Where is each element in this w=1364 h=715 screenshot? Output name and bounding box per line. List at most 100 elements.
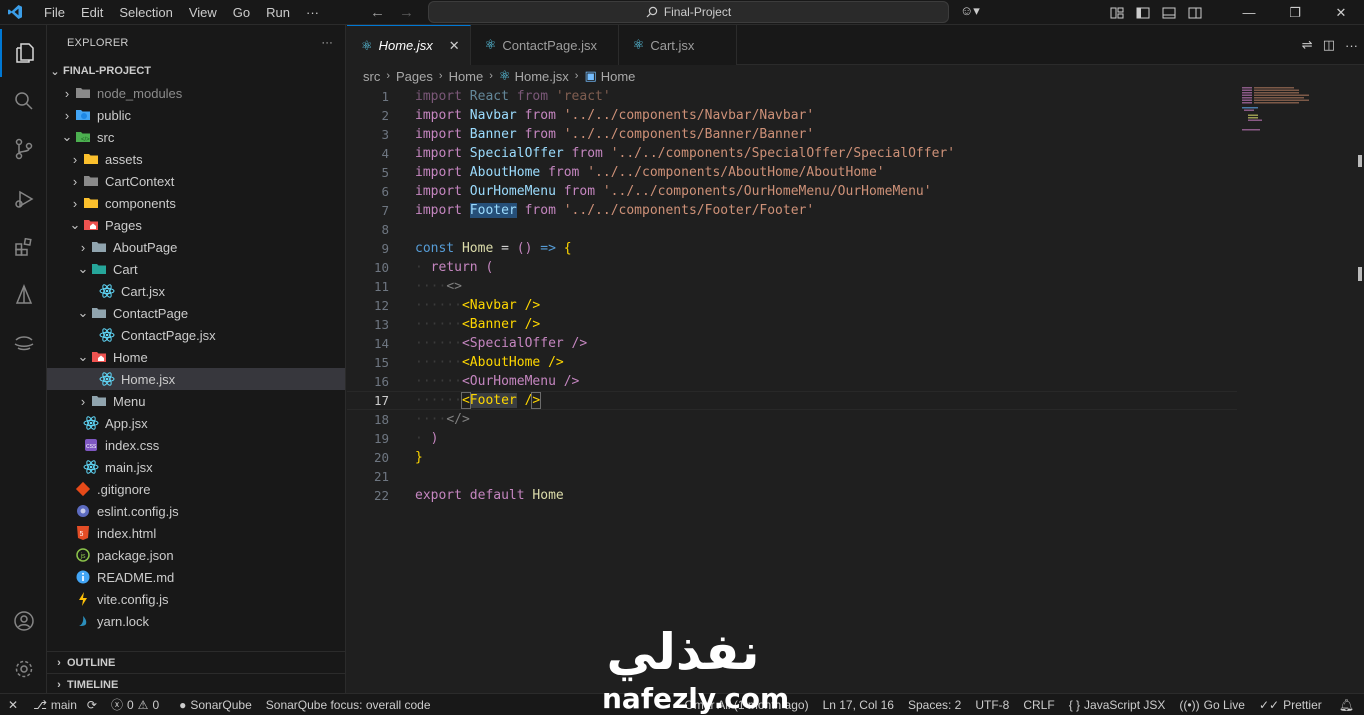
workspace-root-label: FINAL-PROJECT	[63, 65, 151, 77]
chevron-down-icon: ⌄	[77, 261, 89, 276]
tree-folder[interactable]: › CartContext	[47, 170, 345, 192]
copilot-icon[interactable]: ☺▾	[960, 3, 980, 19]
command-center[interactable]: Final-Project	[428, 1, 949, 23]
code-line: 21	[347, 467, 1237, 486]
tree-file[interactable]: js package.json	[47, 544, 345, 566]
tree-file[interactable]: ContactPage.jsx	[47, 324, 345, 346]
branch-indicator[interactable]: ⎇ main ⟳	[26, 694, 104, 715]
tree-folder[interactable]: ⌄ Home	[47, 346, 345, 368]
toggle-secondary-sidebar-icon[interactable]	[1182, 0, 1208, 25]
breadcrumb-item[interactable]: Pages	[396, 69, 433, 84]
sonarqube-focus[interactable]: SonarQube focus: overall code	[259, 694, 438, 715]
tree-file[interactable]: .gitignore	[47, 478, 345, 500]
explorer-icon[interactable]	[0, 29, 47, 77]
menu-go[interactable]: Go	[225, 0, 258, 25]
scroll-marker	[1358, 155, 1362, 167]
tree-file[interactable]: yarn.lock	[47, 610, 345, 632]
git-blame[interactable]: Omar Ali (1 month ago)	[678, 694, 816, 715]
layout-customize-icon[interactable]	[1104, 0, 1130, 25]
settings-gear-icon[interactable]	[0, 645, 47, 693]
tree-folder[interactable]: › AboutPage	[47, 236, 345, 258]
back-arrow-icon[interactable]: ←	[370, 4, 385, 21]
code-editor[interactable]: 1 import React from 'react' 2 import Navba…	[347, 87, 1364, 687]
encoding[interactable]: UTF-8	[968, 694, 1016, 715]
tree-file[interactable]: eslint.config.js	[47, 500, 345, 522]
menu-file[interactable]: File	[36, 0, 73, 25]
remote-explorer-icon[interactable]	[0, 271, 47, 319]
sonarqube-status[interactable]: ● SonarQube	[172, 694, 259, 715]
tree-item-label: public	[97, 107, 131, 123]
source-control-icon[interactable]	[0, 125, 47, 173]
sonarqube-icon[interactable]	[0, 319, 47, 367]
breadcrumb-item[interactable]: src	[363, 69, 380, 84]
accounts-icon[interactable]	[0, 597, 47, 645]
braces-icon: { }	[1068, 698, 1081, 712]
timeline-section[interactable]: › TIMELINE	[47, 673, 346, 695]
react-icon: ⚛	[632, 37, 645, 52]
explorer-title: EXPLORER	[67, 36, 129, 49]
tree-folder[interactable]: › public	[47, 104, 345, 126]
breadcrumb-item[interactable]: Home	[449, 69, 484, 84]
outline-section[interactable]: › OUTLINE	[47, 651, 346, 673]
code-line: 3 import Banner from '../../components/Ba…	[347, 125, 1237, 144]
split-editor-icon[interactable]: ◫	[1323, 37, 1335, 53]
tree-folder[interactable]: › node_modules	[47, 82, 345, 104]
language-mode[interactable]: { } JavaScript JSX	[1062, 694, 1173, 715]
toggle-primary-sidebar-icon[interactable]	[1130, 0, 1156, 25]
cursor-position[interactable]: Ln 17, Col 16	[816, 694, 901, 715]
code-text: export default Home	[415, 488, 564, 503]
tree-folder[interactable]: › components	[47, 192, 345, 214]
tab-home-jsx[interactable]: ⚛ Home.jsx ✕	[347, 25, 471, 65]
minimize-icon[interactable]: —	[1226, 0, 1272, 25]
tree-file[interactable]: vite.config.js	[47, 588, 345, 610]
problems-indicator[interactable]: ⓧ 0 ⚠ 0	[104, 694, 166, 715]
extensions-icon[interactable]	[0, 223, 47, 271]
eol[interactable]: CRLF	[1016, 694, 1061, 715]
close-window-icon[interactable]: ✕	[1318, 0, 1364, 25]
tree-folder[interactable]: ⌄ ContactPage	[47, 302, 345, 324]
tree-folder[interactable]: › assets	[47, 148, 345, 170]
search-sidebar-icon[interactable]	[0, 77, 47, 125]
prettier[interactable]: ✓✓ Prettier	[1252, 694, 1329, 715]
tree-folder[interactable]: ⌄ Pages	[47, 214, 345, 236]
menu-run[interactable]: Run	[258, 0, 298, 25]
language-label: JavaScript JSX	[1084, 698, 1166, 712]
source-control-changes-icon[interactable]: ⇌	[1302, 37, 1313, 53]
tree-folder[interactable]: › Menu	[47, 390, 345, 412]
breadcrumb-item[interactable]: Home	[601, 69, 636, 84]
menu-edit[interactable]: Edit	[73, 0, 111, 25]
code-text: ······<Footer />	[415, 392, 542, 409]
tab-contactpage-jsx[interactable]: ⚛ ContactPage.jsx	[470, 25, 619, 65]
tree-file[interactable]: Cart.jsx	[47, 280, 345, 302]
go-live[interactable]: ((•)) Go Live	[1172, 694, 1252, 715]
indentation[interactable]: Spaces: 2	[901, 694, 968, 715]
forward-arrow-icon[interactable]: →	[399, 4, 414, 21]
tree-file[interactable]: App.jsx	[47, 412, 345, 434]
breadcrumb-item[interactable]: Home.jsx	[515, 69, 569, 84]
restore-icon[interactable]: ❐	[1272, 0, 1318, 25]
vertical-scrollbar[interactable]	[1350, 87, 1364, 687]
tree-folder[interactable]: ⌄ Cart	[47, 258, 345, 280]
explorer-more-icon[interactable]: ···	[321, 37, 333, 49]
tree-file[interactable]: README.md	[47, 566, 345, 588]
more-actions-icon[interactable]: ···	[1345, 38, 1358, 53]
tree-folder[interactable]: ⌄ </> src	[47, 126, 345, 148]
tree-file[interactable]: 5 index.html	[47, 522, 345, 544]
close-tab-icon[interactable]: ✕	[449, 38, 460, 54]
tab-cart-jsx[interactable]: ⚛ Cart.jsx	[618, 25, 737, 65]
toggle-panel-icon[interactable]	[1156, 0, 1182, 25]
tree-file[interactable]: main.jsx	[47, 456, 345, 478]
run-debug-icon[interactable]	[0, 175, 47, 223]
menu-view[interactable]: View	[181, 0, 225, 25]
minimap[interactable]	[1242, 87, 1312, 137]
menu-more[interactable]: ···	[298, 0, 327, 25]
remote-indicator[interactable]: ✕	[0, 694, 26, 715]
prettier-label: Prettier	[1283, 698, 1322, 712]
tree-file[interactable]: CSS index.css	[47, 434, 345, 456]
notifications-bell-icon[interactable]: 🔔︎	[1329, 694, 1364, 715]
tree-file[interactable]: Home.jsx	[47, 368, 345, 390]
go-live-label: Go Live	[1203, 698, 1245, 712]
menu-selection[interactable]: Selection	[111, 0, 180, 25]
chevron-right-icon: ›	[72, 151, 78, 167]
workspace-root[interactable]: ⌄ FINAL-PROJECT	[47, 60, 345, 82]
